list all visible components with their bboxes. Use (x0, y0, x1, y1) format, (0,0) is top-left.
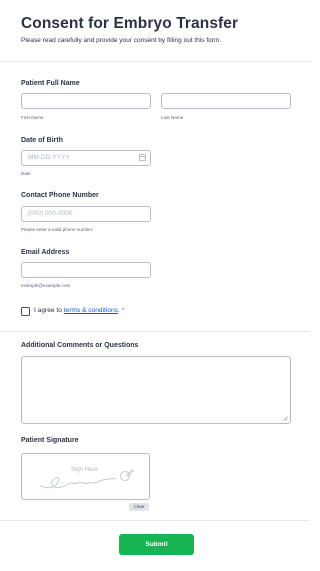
required-mark: * (121, 307, 125, 314)
terms-agreement: I agree to terms & conditions. * (34, 307, 124, 314)
first-name-input[interactable] (21, 93, 151, 109)
signature-pad[interactable]: Sign Here (21, 453, 150, 500)
form-subtitle: Please read carefully and provide your c… (21, 37, 222, 44)
email-sublabel: example@example.com (21, 283, 71, 288)
first-name-sublabel: First Name (21, 115, 44, 120)
clear-signature-button[interactable]: Clear (129, 503, 149, 511)
dob-input[interactable]: MM-DD-YYYY (21, 150, 151, 166)
footer-divider (0, 520, 310, 521)
last-name-input[interactable] (161, 93, 291, 109)
comments-textarea[interactable] (21, 356, 291, 424)
last-name-sublabel: Last Name (161, 115, 184, 120)
patient-name-label: Patient Full Name (21, 80, 80, 87)
dob-placeholder: MM-DD-YYYY (28, 154, 70, 161)
phone-sublabel: Please enter a valid phone number. (21, 227, 94, 232)
section-divider (0, 331, 310, 332)
pen-icon (120, 469, 134, 481)
comments-label: Additional Comments or Questions (21, 342, 139, 349)
calendar-icon[interactable] (139, 154, 146, 161)
submit-button[interactable]: Submit (119, 534, 194, 555)
email-label: Email Address (21, 249, 70, 256)
phone-label: Contact Phone Number (21, 192, 99, 199)
phone-placeholder: (000) 000-0000 (28, 210, 73, 217)
dob-sublabel: Date (21, 171, 31, 176)
form-title: Consent for Embryo Transfer (21, 15, 239, 32)
phone-input[interactable]: (000) 000-0000 (21, 206, 151, 222)
form-header: Consent for Embryo Transfer Please read … (0, 0, 310, 62)
terms-suffix: . (117, 307, 120, 314)
resize-handle-icon[interactable] (283, 416, 288, 421)
dob-label: Date of Birth (21, 137, 63, 144)
terms-prefix: I agree to (34, 307, 64, 314)
terms-link[interactable]: terms & conditions (64, 307, 118, 314)
email-input[interactable] (21, 262, 151, 278)
signature-label: Patient Signature (21, 437, 79, 444)
terms-checkbox[interactable] (21, 307, 30, 316)
